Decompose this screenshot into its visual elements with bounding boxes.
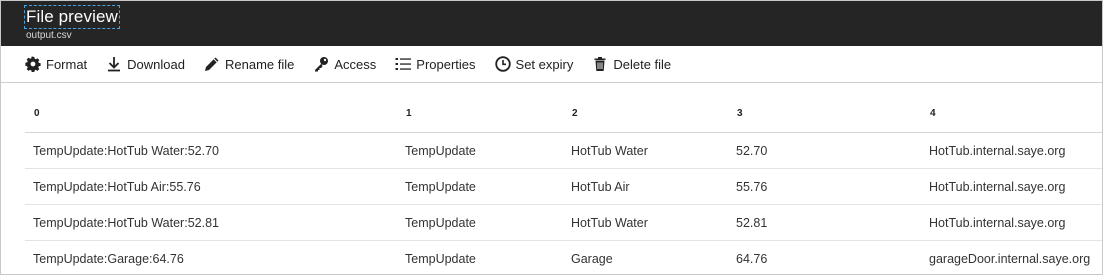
trash-icon (592, 56, 608, 72)
set-expiry-label: Set expiry (515, 56, 574, 72)
table-cell: TempUpdate:Garage:64.76 (25, 240, 397, 274)
clock-icon (494, 56, 511, 72)
download-icon (106, 56, 122, 72)
properties-label: Properties (416, 56, 476, 72)
table-cell: HotTub Water (563, 204, 728, 241)
file-preview-panel: File preview output.csv Format Download … (0, 0, 1103, 275)
list-icon (395, 56, 412, 72)
table-cell: HotTub.internal.saye.org (921, 204, 1102, 241)
table-cell: TempUpdate (397, 168, 563, 205)
file-name: output.csv (26, 30, 72, 41)
table-cell: 64.76 (728, 240, 921, 274)
table-cell: 52.70 (728, 132, 921, 169)
table-header-row: 0 1 2 3 4 (25, 95, 1102, 133)
gear-icon (25, 56, 41, 72)
access-button[interactable]: Access (313, 46, 376, 82)
properties-button[interactable]: Properties (395, 46, 476, 82)
delete-file-button[interactable]: Delete file (592, 46, 671, 82)
table-cell: garageDoor.internal.saye.org (921, 240, 1102, 274)
csv-preview-table: 0 1 2 3 4 TempUpdate:HotTub Water:52.70 … (25, 95, 1102, 274)
table-cell: 52.81 (728, 204, 921, 241)
column-header: 4 (921, 95, 1102, 133)
delete-file-label: Delete file (613, 56, 672, 72)
download-button[interactable]: Download (106, 46, 185, 82)
header-bar: File preview output.csv (1, 1, 1102, 46)
table-cell: HotTub.internal.saye.org (921, 168, 1102, 205)
key-icon (313, 56, 329, 72)
table-row: TempUpdate:HotTub Air:55.76 TempUpdate H… (25, 168, 1102, 205)
table-cell: TempUpdate:HotTub Air:55.76 (25, 168, 397, 205)
table-cell: TempUpdate (397, 204, 563, 241)
table-cell: HotTub Water (563, 132, 728, 169)
set-expiry-button[interactable]: Set expiry (494, 46, 574, 82)
table-cell: HotTub Air (563, 168, 728, 205)
toolbar: Format Download Rename file Access Prope… (1, 46, 1102, 83)
format-button[interactable]: Format (25, 46, 87, 82)
table-cell: TempUpdate:HotTub Water:52.81 (25, 204, 397, 241)
download-label: Download (127, 56, 185, 72)
table-row: TempUpdate:HotTub Water:52.70 TempUpdate… (25, 132, 1102, 169)
column-header: 3 (728, 95, 921, 133)
rename-file-button[interactable]: Rename file (204, 46, 294, 82)
table-cell: Garage (563, 240, 728, 274)
table-cell: TempUpdate (397, 132, 563, 169)
column-header: 1 (397, 95, 563, 133)
column-header: 2 (563, 95, 728, 133)
table-cell: HotTub.internal.saye.org (921, 132, 1102, 169)
table-cell: TempUpdate:HotTub Water:52.70 (25, 132, 397, 169)
format-label: Format (46, 56, 88, 72)
page-title: File preview (24, 5, 120, 29)
table-cell: TempUpdate (397, 240, 563, 274)
table-row: TempUpdate:HotTub Water:52.81 TempUpdate… (25, 204, 1102, 241)
table-cell: 55.76 (728, 168, 921, 205)
access-label: Access (334, 56, 377, 72)
table-row: TempUpdate:Garage:64.76 TempUpdate Garag… (25, 240, 1102, 274)
rename-file-label: Rename file (225, 56, 295, 72)
pencil-icon (204, 56, 220, 72)
column-header: 0 (25, 95, 397, 133)
